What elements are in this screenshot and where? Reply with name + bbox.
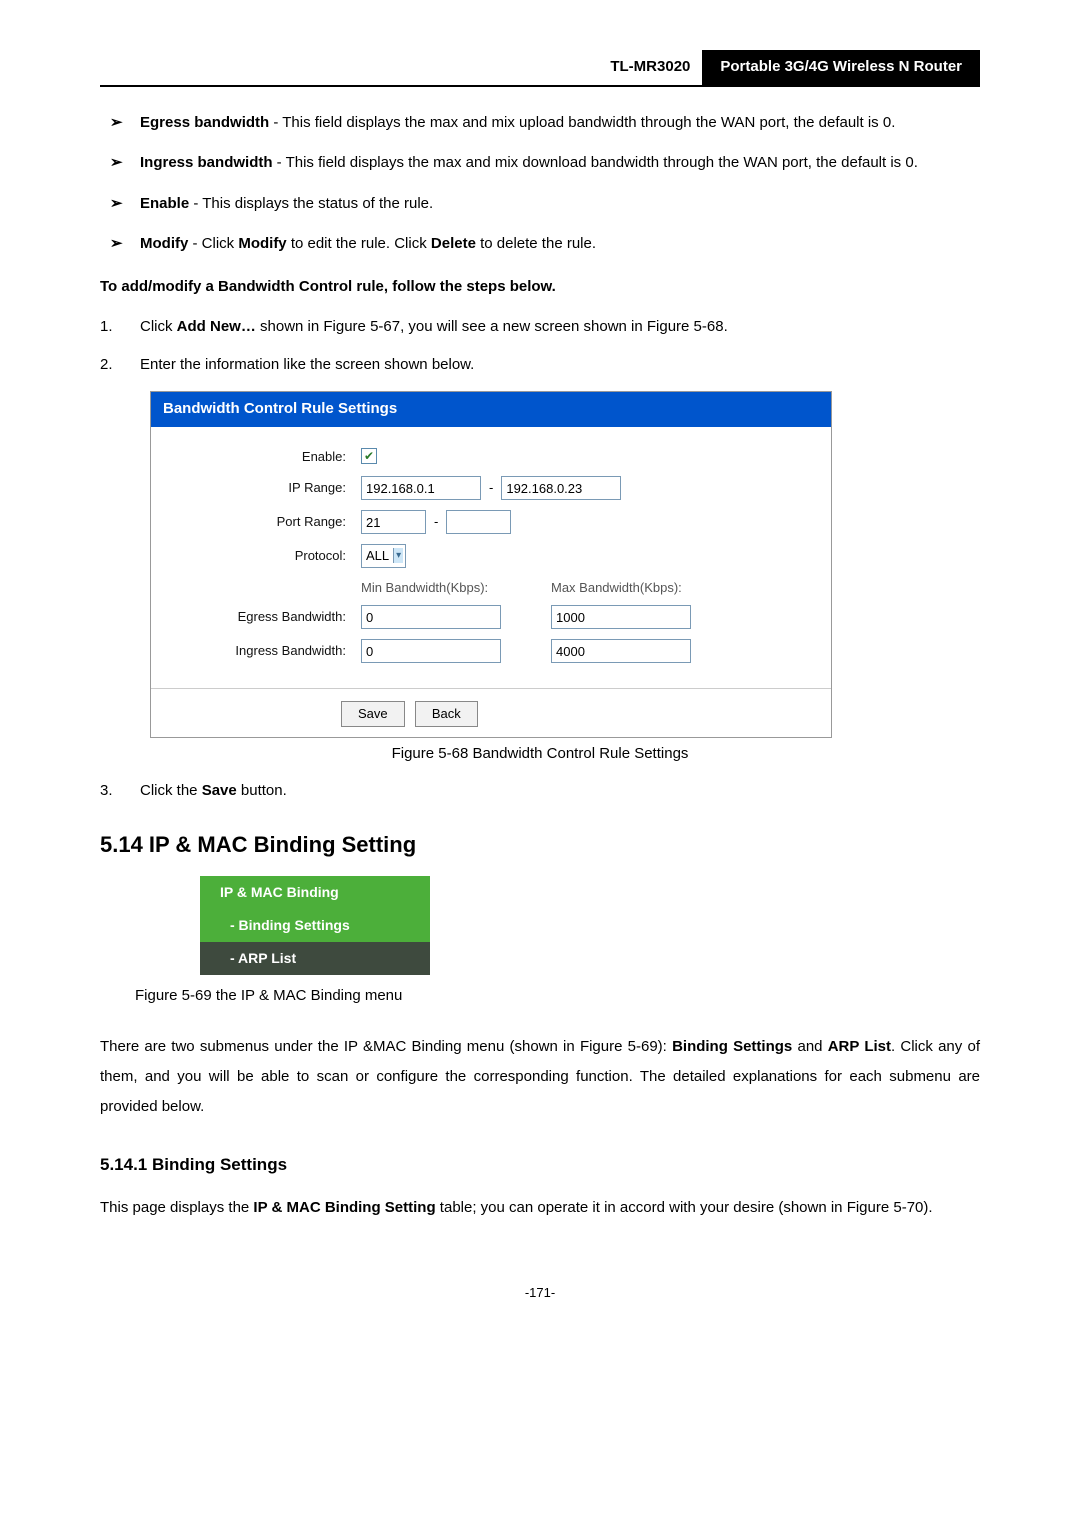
dash: - <box>489 478 493 498</box>
label-egress: Egress Bandwidth: <box>171 607 361 627</box>
bullet-enable: Enable - This displays the status of the… <box>100 193 980 216</box>
chevron-down-icon: ▾ <box>393 548 403 563</box>
bold-binding-settings: Binding Settings <box>672 1038 792 1055</box>
step-3: 3. Click the Save button. <box>100 780 980 803</box>
ingress-max-input[interactable] <box>551 639 691 663</box>
figure-title: Bandwidth Control Rule Settings <box>151 392 831 427</box>
label-min-bw: Min Bandwidth(Kbps): <box>361 578 551 598</box>
text: This page displays the <box>100 1199 253 1216</box>
row-port-range: Port Range: - <box>171 510 811 534</box>
step-1: 1. Click Add New… shown in Figure 5-67, … <box>100 316 980 339</box>
egress-max-input[interactable] <box>551 605 691 629</box>
bullet-ingress: Ingress bandwidth - This field displays … <box>100 152 980 175</box>
text: button. <box>237 782 287 799</box>
term: Enable <box>140 195 189 212</box>
bold-add-new: Add New… <box>177 318 256 335</box>
text: to edit the rule. Click <box>287 235 431 252</box>
row-protocol: Protocol: ALL ▾ <box>171 544 811 568</box>
text: Click the <box>140 782 202 799</box>
menu-binding-settings[interactable]: - Binding Settings <box>200 909 430 942</box>
section-heading: 5.14 IP & MAC Binding Setting <box>100 828 980 861</box>
protocol-value: ALL <box>366 546 389 566</box>
row-ingress: Ingress Bandwidth: <box>171 639 811 663</box>
figure-body: Enable: ✔ IP Range: - Port Range: - Prot… <box>151 427 831 689</box>
ip-start-input[interactable] <box>361 476 481 500</box>
step-2: 2. Enter the information like the screen… <box>100 354 980 377</box>
protocol-select[interactable]: ALL ▾ <box>361 544 406 568</box>
term: Egress bandwidth <box>140 114 269 131</box>
bold-modify: Modify <box>238 235 286 252</box>
text: - This field displays the max and mix up… <box>269 114 895 131</box>
text: to delete the rule. <box>476 235 596 252</box>
product-model: TL-MR3020 <box>598 50 702 85</box>
term: Modify <box>140 235 188 252</box>
figure-footer: Save Back <box>151 688 831 737</box>
dash: - <box>434 512 438 532</box>
submenu-figure: IP & MAC Binding - Binding Settings - AR… <box>200 876 430 975</box>
bold-delete: Delete <box>431 235 476 252</box>
egress-min-input[interactable] <box>361 605 501 629</box>
text: - Click <box>188 235 238 252</box>
label-protocol: Protocol: <box>171 546 361 566</box>
product-title: Portable 3G/4G Wireless N Router <box>702 50 980 85</box>
bold-save: Save <box>202 782 237 799</box>
label-enable: Enable: <box>171 447 361 467</box>
text: table; you can operate it in accord with… <box>436 1199 933 1216</box>
label-ingress: Ingress Bandwidth: <box>171 641 361 661</box>
save-button[interactable]: Save <box>341 701 405 727</box>
row-ip-range: IP Range: - <box>171 476 811 500</box>
row-enable: Enable: ✔ <box>171 447 811 467</box>
port-start-input[interactable] <box>361 510 426 534</box>
back-button[interactable]: Back <box>415 701 478 727</box>
bullet-egress: Egress bandwidth - This field displays t… <box>100 112 980 135</box>
text: There are two submenus under the IP &MAC… <box>100 1038 672 1055</box>
instruction-heading: To add/modify a Bandwidth Control rule, … <box>100 276 980 299</box>
port-end-input[interactable] <box>446 510 511 534</box>
feature-bullet-list: Egress bandwidth - This field displays t… <box>100 112 980 256</box>
ip-end-input[interactable] <box>501 476 621 500</box>
page-number: -171- <box>100 1283 980 1303</box>
bullet-modify: Modify - Click Modify to edit the rule. … <box>100 233 980 256</box>
label-max-bw: Max Bandwidth(Kbps): <box>551 578 682 598</box>
text: shown in Figure 5-67, you will see a new… <box>256 318 728 335</box>
steps-list: 1. Click Add New… shown in Figure 5-67, … <box>100 316 980 376</box>
menu-parent[interactable]: IP & MAC Binding <box>200 876 430 909</box>
figure-69-caption: Figure 5-69 the IP & MAC Binding menu <box>135 985 980 1008</box>
text: Enter the information like the screen sh… <box>140 356 474 373</box>
figure-68-caption: Figure 5-68 Bandwidth Control Rule Setti… <box>100 743 980 766</box>
bandwidth-headers: Min Bandwidth(Kbps): Max Bandwidth(Kbps)… <box>361 578 811 598</box>
text: and <box>792 1038 827 1055</box>
bold-table-name: IP & MAC Binding Setting <box>253 1199 435 1216</box>
bold-arp-list: ARP List <box>828 1038 891 1055</box>
text: - This displays the status of the rule. <box>189 195 433 212</box>
step-number: 3. <box>100 780 113 803</box>
menu-arp-list[interactable]: - ARP List <box>200 942 430 975</box>
term: Ingress bandwidth <box>140 154 273 171</box>
row-egress: Egress Bandwidth: <box>171 605 811 629</box>
enable-checkbox[interactable]: ✔ <box>361 448 377 464</box>
subsection-heading: 5.14.1 Binding Settings <box>100 1152 980 1178</box>
subsection-paragraph: This page displays the IP & MAC Binding … <box>100 1193 980 1223</box>
ingress-min-input[interactable] <box>361 639 501 663</box>
step-number: 1. <box>100 316 113 339</box>
label-port-range: Port Range: <box>171 512 361 532</box>
page-header: TL-MR3020 Portable 3G/4G Wireless N Rout… <box>100 50 980 87</box>
binding-paragraph: There are two submenus under the IP &MAC… <box>100 1032 980 1122</box>
text: - This field displays the max and mix do… <box>273 154 918 171</box>
label-ip-range: IP Range: <box>171 478 361 498</box>
figure-bandwidth-control: Bandwidth Control Rule Settings Enable: … <box>150 391 832 738</box>
text: Click <box>140 318 177 335</box>
step-number: 2. <box>100 354 113 377</box>
steps-list-cont: 3. Click the Save button. <box>100 780 980 803</box>
